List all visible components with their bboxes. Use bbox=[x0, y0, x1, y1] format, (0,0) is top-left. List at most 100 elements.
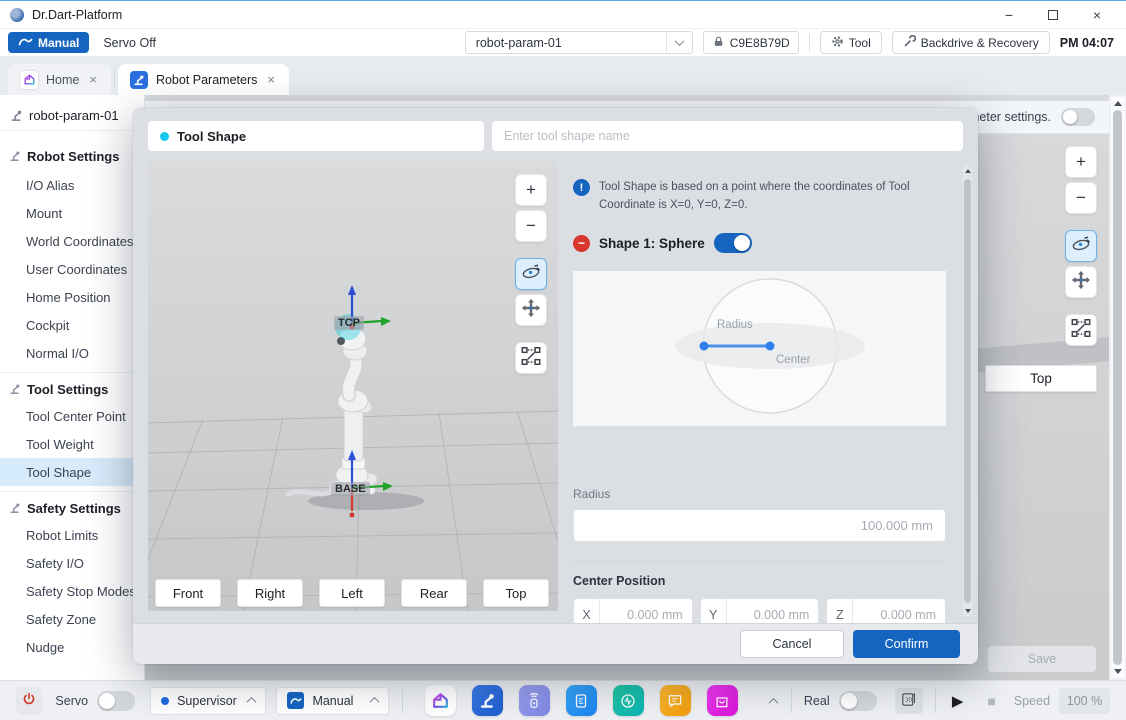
sidebar-item-safety-io[interactable]: Safety I/O bbox=[0, 549, 144, 577]
tab-home[interactable]: Home × bbox=[8, 64, 111, 95]
section-robot-settings[interactable]: Robot Settings bbox=[0, 141, 144, 171]
save-button[interactable]: Save bbox=[988, 646, 1096, 672]
sidebar-item-tool-shape[interactable]: Tool Shape bbox=[0, 458, 144, 486]
app-task-editor-icon[interactable] bbox=[566, 685, 597, 716]
zoom-in-button[interactable]: + bbox=[515, 174, 547, 206]
tab-robot-parameters[interactable]: Robot Parameters × bbox=[118, 64, 289, 95]
sidebar-item-mount[interactable]: Mount bbox=[0, 199, 144, 227]
play-button[interactable]: ▶ bbox=[952, 692, 964, 710]
zoom-in-button[interactable]: + bbox=[1065, 146, 1097, 178]
sidebar-item-safety-stop-modes[interactable]: Safety Stop Modes bbox=[0, 577, 144, 605]
maximize-button[interactable] bbox=[1034, 3, 1072, 27]
app-monitoring-icon[interactable] bbox=[613, 685, 644, 716]
real-mode-toggle[interactable] bbox=[839, 691, 877, 711]
app-store-icon[interactable] bbox=[707, 685, 738, 716]
robot-param-select[interactable]: robot-param-01 bbox=[465, 31, 693, 54]
sidebar-item-tool-weight[interactable]: Tool Weight bbox=[0, 430, 144, 458]
stop-button[interactable]: ■ bbox=[987, 693, 995, 709]
collapse-dock-button[interactable] bbox=[770, 694, 777, 708]
tab-robot-parameters-close-icon[interactable]: × bbox=[265, 72, 277, 87]
top-view-button[interactable]: Top bbox=[985, 365, 1097, 392]
sidebar-item-robot-limits[interactable]: Robot Limits bbox=[0, 521, 144, 549]
center-x-input[interactable]: X 0.000 mm bbox=[573, 598, 693, 623]
radius-input[interactable]: 100.000 mm bbox=[573, 509, 946, 542]
shape-enable-toggle[interactable] bbox=[714, 233, 752, 253]
app-teach-pendant-icon[interactable] bbox=[519, 685, 550, 716]
panel-scrollbar[interactable] bbox=[963, 166, 972, 616]
servo-toggle[interactable] bbox=[97, 691, 135, 711]
section-tool-settings[interactable]: Tool Settings bbox=[0, 372, 144, 402]
sidebar-item-user-coordinates[interactable]: User Coordinates bbox=[0, 255, 144, 283]
manual-mode-badge[interactable]: Manual bbox=[8, 32, 89, 53]
section-safety-settings[interactable]: Safety Settings bbox=[0, 491, 144, 521]
scrollbar-thumb[interactable] bbox=[1113, 110, 1122, 665]
app-logo-icon bbox=[10, 8, 24, 22]
scroll-up-icon[interactable] bbox=[1114, 101, 1122, 106]
view-front-button[interactable]: Front bbox=[155, 579, 221, 607]
manual-mode-icon bbox=[287, 692, 304, 709]
status-dot-icon bbox=[160, 132, 169, 141]
robot-3d-render bbox=[148, 161, 558, 611]
app-message-icon[interactable] bbox=[660, 685, 691, 716]
radius-field-label: Radius bbox=[573, 487, 610, 501]
window-scrollbar[interactable] bbox=[1110, 97, 1125, 678]
tool-button[interactable]: Tool bbox=[820, 31, 882, 54]
center-y-input[interactable]: Y 0.000 mm bbox=[700, 598, 820, 623]
close-button[interactable]: × bbox=[1078, 3, 1116, 27]
robot-icon bbox=[9, 150, 21, 162]
zoom-out-button[interactable]: − bbox=[515, 210, 547, 242]
scroll-down-icon[interactable] bbox=[965, 609, 971, 613]
measure-button[interactable] bbox=[515, 342, 547, 374]
app-home-icon[interactable] bbox=[425, 685, 456, 716]
role-select-value: Supervisor bbox=[177, 694, 240, 708]
settings-lock-toggle[interactable] bbox=[1061, 108, 1095, 126]
tool-shape-name-input[interactable] bbox=[492, 121, 963, 151]
sidebar-item-nudge[interactable]: Nudge bbox=[0, 633, 144, 661]
center-z-input[interactable]: Z 0.000 mm bbox=[826, 598, 946, 623]
simulation-3d-button[interactable]: 3D bbox=[895, 688, 923, 714]
confirm-button[interactable]: Confirm bbox=[853, 630, 960, 658]
app-robot-parameters-icon[interactable] bbox=[472, 685, 503, 716]
mode-select[interactable]: Manual bbox=[276, 687, 389, 715]
zoom-out-button[interactable]: − bbox=[1065, 182, 1097, 214]
power-button[interactable] bbox=[16, 687, 42, 715]
sidebar-item-normal-io[interactable]: Normal I/O bbox=[0, 339, 144, 367]
sidebar-item-safety-zone[interactable]: Safety Zone bbox=[0, 605, 144, 633]
minimize-icon: − bbox=[1005, 7, 1013, 23]
scroll-down-icon[interactable] bbox=[1114, 669, 1122, 674]
scroll-up-icon[interactable] bbox=[965, 169, 971, 173]
view-top-button[interactable]: Top bbox=[483, 579, 549, 607]
power-icon bbox=[21, 691, 37, 710]
dialog-3d-viewport[interactable]: TCP BASE + − Front bbox=[148, 161, 558, 611]
pan-button[interactable] bbox=[515, 294, 547, 326]
remove-shape-icon[interactable]: − bbox=[573, 235, 590, 252]
tab-home-close-icon[interactable]: × bbox=[87, 72, 99, 87]
chevron-down-icon bbox=[666, 32, 692, 53]
pan-button[interactable] bbox=[1065, 266, 1097, 298]
view-rear-button[interactable]: Rear bbox=[401, 579, 467, 607]
real-mode-label: Real bbox=[804, 694, 830, 708]
sidebar-param-header[interactable]: robot-param-01 bbox=[0, 101, 144, 131]
device-id-text: C9E8B79D bbox=[730, 36, 790, 50]
view-buttons-row: Front Right Left Rear Top bbox=[155, 579, 549, 607]
tool-shape-dialog: Tool Shape bbox=[133, 108, 978, 664]
sidebar-item-tool-center-point[interactable]: Tool Center Point bbox=[0, 402, 144, 430]
measure-button[interactable] bbox=[1065, 314, 1097, 346]
orbit-rotate-button[interactable] bbox=[1065, 230, 1097, 262]
sidebar-item-home-position[interactable]: Home Position bbox=[0, 283, 144, 311]
view-right-button[interactable]: Right bbox=[237, 579, 303, 607]
sidebar-item-world-coordinates[interactable]: World Coordinates bbox=[0, 227, 144, 255]
view-left-button[interactable]: Left bbox=[319, 579, 385, 607]
cancel-button[interactable]: Cancel bbox=[740, 630, 844, 658]
sidebar-item-cockpit[interactable]: Cockpit bbox=[0, 311, 144, 339]
scrollbar-thumb[interactable] bbox=[964, 179, 971, 603]
speed-value-box[interactable]: 100 % bbox=[1059, 688, 1110, 714]
window-title: Dr.Dart-Platform bbox=[32, 8, 122, 22]
backdrive-recovery-button[interactable]: Backdrive & Recovery bbox=[892, 31, 1050, 54]
device-id-box[interactable]: C9E8B79D bbox=[703, 31, 799, 54]
orbit-rotate-button[interactable] bbox=[515, 258, 547, 290]
minimize-button[interactable]: − bbox=[990, 3, 1028, 27]
role-select[interactable]: Supervisor bbox=[150, 687, 266, 715]
sidebar-item-io-alias[interactable]: I/O Alias bbox=[0, 171, 144, 199]
home-icon bbox=[20, 71, 38, 89]
